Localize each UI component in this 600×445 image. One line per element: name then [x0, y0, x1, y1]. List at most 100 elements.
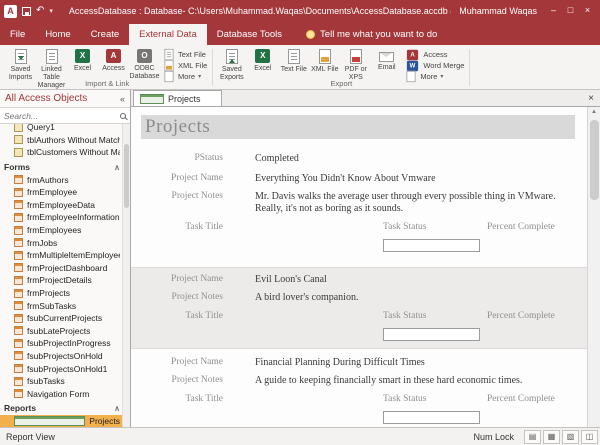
text-file-import-button[interactable]: Text File	[163, 48, 207, 61]
odbc-icon: O	[137, 49, 152, 63]
nav-item[interactable]: frmEmployees	[0, 224, 130, 237]
linked-table-manager-icon	[45, 49, 58, 64]
group-separator	[469, 49, 471, 86]
shutter-bar-icon[interactable]: «	[120, 94, 125, 104]
nav-item[interactable]: fsubProjectsOnHold	[0, 350, 130, 363]
email-button[interactable]: Email	[371, 47, 402, 72]
text-file-export-button[interactable]: Text File	[278, 47, 309, 74]
project-name-value: Evil Loon's Canal	[255, 274, 327, 285]
nav-item[interactable]: fsubProjectInProgress	[0, 337, 130, 350]
excel-import-button[interactable]: X Excel	[67, 47, 98, 73]
tab-file[interactable]: File	[0, 24, 35, 45]
undo-icon[interactable]: ↶	[36, 6, 44, 16]
nav-item[interactable]: frmProjects	[0, 287, 130, 300]
nav-scrollbar[interactable]	[122, 124, 130, 427]
nav-item[interactable]: Query1	[0, 124, 130, 134]
xml-file-import-button[interactable]: XML File	[163, 59, 207, 72]
pdf-or-xps-button[interactable]: PDF or XPS	[340, 47, 371, 82]
project-name-label: Project Name	[171, 274, 223, 284]
task-status-field[interactable]	[383, 411, 480, 424]
tab-create[interactable]: Create	[81, 24, 130, 45]
status-bar: Report View Num Lock ▤ ▦ ▧ ◫	[0, 427, 600, 445]
document-tab-bar: Projects ×	[131, 90, 600, 107]
print-preview-button[interactable]: ▦	[543, 429, 560, 444]
tell-me-box[interactable]: Tell me what you want to do	[306, 29, 437, 45]
task-status-label: Task Status	[383, 394, 427, 404]
access-icon: A	[407, 49, 419, 60]
report-record: Project Name Evil Loon's Canal Project No…	[131, 267, 587, 349]
maximize-button[interactable]: □	[562, 3, 579, 19]
nav-item[interactable]: frmMultipleItemEmployee	[0, 249, 130, 262]
nav-item[interactable]: frmEmployee	[0, 186, 130, 199]
project-name-value: Everything You Didn't Know About Vmware	[255, 173, 436, 184]
nav-item[interactable]: fsubCurrentProjects	[0, 312, 130, 325]
document-area: Projects × Projects PStatus Completed Pr…	[131, 90, 600, 427]
access-import-button[interactable]: A Access	[98, 47, 129, 73]
access-export-button[interactable]: A Access	[405, 49, 464, 60]
nav-item[interactable]: frmEmployeeInformation	[0, 211, 130, 224]
saved-exports-button[interactable]: Saved Exports	[216, 47, 247, 82]
task-status-field[interactable]	[383, 239, 480, 252]
vertical-scrollbar[interactable]: ▲	[587, 107, 600, 427]
scrollbar-thumb[interactable]	[589, 120, 599, 200]
nav-item[interactable]: tblAuthors Without Matchin...	[0, 134, 130, 147]
access-logo-icon: A	[4, 4, 17, 18]
nav-item[interactable]: fsubProjectsOnHold1	[0, 362, 130, 375]
nav-item[interactable]: fsubLateProjects	[0, 325, 130, 338]
nav-item[interactable]: tblCustomers Without Match...	[0, 146, 130, 159]
signed-in-user[interactable]: Muhammad Waqas	[459, 6, 537, 16]
qat-customize-icon[interactable]: ▾	[49, 7, 53, 15]
nav-item[interactable]: frmProjectDashboard	[0, 262, 130, 275]
nav-item-projects-report[interactable]: Projects	[0, 414, 130, 427]
tab-home[interactable]: Home	[35, 24, 80, 45]
nav-pane-header[interactable]: All Access Objects «	[0, 90, 130, 107]
nav-item[interactable]: frmJobs	[0, 236, 130, 249]
access-icon: A	[106, 49, 121, 63]
xml-file-export-button[interactable]: XML File	[309, 47, 340, 74]
title-bar: A ↶ ▾ AccessDatabase : Database- C:\User…	[0, 0, 600, 22]
nav-pane-title: All Access Objects	[5, 93, 88, 104]
odbc-database-button[interactable]: O ODBC Database	[129, 47, 160, 81]
form-icon	[14, 263, 23, 273]
tab-database-tools[interactable]: Database Tools	[207, 24, 292, 45]
report-record: Project Name Financial Planning During Di…	[141, 357, 575, 427]
word-icon: W	[407, 60, 419, 71]
save-icon[interactable]	[22, 6, 31, 16]
excel-export-button[interactable]: X Excel	[247, 47, 278, 73]
nav-item[interactable]: Navigation Form	[0, 387, 130, 400]
word-merge-button[interactable]: W Word Merge	[405, 60, 464, 71]
report-group-header: PStatus Completed	[141, 153, 575, 165]
nav-search-box	[0, 107, 130, 124]
nav-item[interactable]: frmProjectDetails	[0, 274, 130, 287]
query-icon	[14, 147, 23, 157]
nav-item[interactable]: frmSubTasks	[0, 299, 130, 312]
nav-item[interactable]: frmAuthors	[0, 173, 130, 186]
form-icon	[14, 351, 23, 361]
report-title: Projects	[145, 116, 211, 137]
scroll-up-icon[interactable]: ▲	[591, 107, 597, 118]
ribbon-group-export: Saved Exports X Excel Text File XML File…	[213, 46, 469, 89]
report-view-button[interactable]: ▤	[524, 429, 541, 444]
nav-scrollbar-thumb[interactable]	[124, 144, 129, 208]
close-document-icon[interactable]: ×	[582, 93, 600, 104]
minimize-button[interactable]: –	[545, 3, 562, 19]
nav-item[interactable]: fsubTasks	[0, 375, 130, 388]
form-icon	[14, 212, 23, 222]
nav-group-forms[interactable]: Forms ∧	[0, 161, 130, 174]
report-title-band: Projects	[141, 115, 575, 139]
close-button[interactable]: ×	[579, 3, 596, 19]
tab-external-data[interactable]: External Data	[129, 24, 207, 45]
nav-group-reports[interactable]: Reports ∧	[0, 402, 130, 415]
form-icon	[14, 389, 23, 399]
search-input[interactable]	[4, 110, 117, 121]
layout-view-button[interactable]: ▧	[562, 429, 579, 444]
query-icon	[14, 135, 23, 145]
tell-me-label: Tell me what you want to do	[320, 29, 438, 40]
document-tab-projects[interactable]: Projects	[133, 90, 222, 106]
form-icon	[14, 313, 23, 323]
percent-complete-label: Percent Complete	[487, 311, 555, 321]
saved-imports-button[interactable]: Saved Imports	[5, 47, 36, 82]
design-view-button[interactable]: ◫	[581, 429, 598, 444]
nav-item[interactable]: frmEmployeeData	[0, 199, 130, 212]
task-status-field[interactable]	[383, 328, 480, 341]
